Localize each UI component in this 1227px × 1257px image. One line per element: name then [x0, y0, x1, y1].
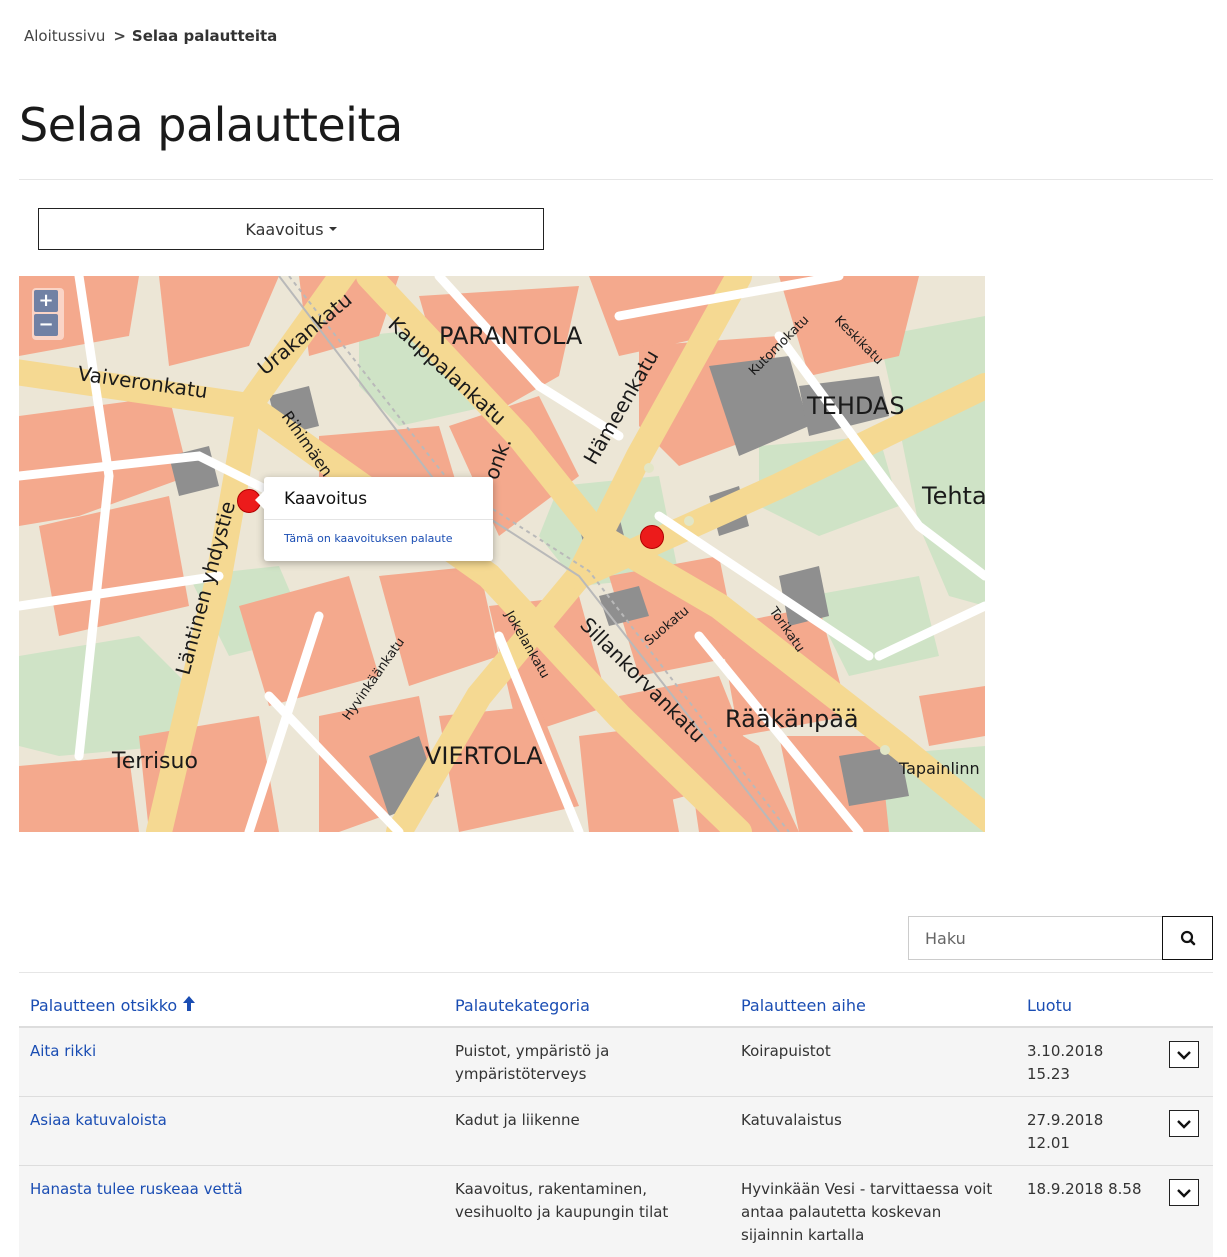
- column-subject-label: Palautteen aihe: [741, 996, 866, 1015]
- column-title-label: Palautteen otsikko: [30, 996, 177, 1015]
- divider: [19, 972, 1213, 973]
- zoom-in-button[interactable]: +: [34, 290, 58, 312]
- page-title: Selaa palautteita: [19, 98, 403, 152]
- column-header-created[interactable]: Luotu: [1016, 984, 1158, 1027]
- feedback-category: Puistot, ympäristö ja ympäristöterveys: [444, 1027, 730, 1097]
- breadcrumb: Aloitussivu > Selaa palautteita: [24, 27, 277, 45]
- column-header-subject[interactable]: Palautteen aihe: [730, 984, 1016, 1027]
- table-row: Hanasta tulee ruskeaa vettä Kaavoitus, r…: [19, 1166, 1213, 1257]
- search-input[interactable]: [908, 916, 1162, 960]
- map-label-raakanpaa: Rääkänpää: [725, 705, 859, 733]
- feedback-title-link[interactable]: Hanasta tulee ruskeaa vettä: [30, 1180, 243, 1198]
- table-row: Aita rikki Puistot, ympäristö ja ympäris…: [19, 1027, 1213, 1097]
- chevron-down-icon: [1177, 1119, 1191, 1129]
- feedback-title-link[interactable]: Aita rikki: [30, 1042, 96, 1060]
- table-row: Asiaa katuvaloista Kadut ja liikenne Kat…: [19, 1097, 1213, 1166]
- chevron-down-icon: [1177, 1050, 1191, 1060]
- map-label-terrisuo: Terrisuo: [111, 749, 198, 774]
- feedback-created: 27.9.2018 12.01: [1016, 1097, 1158, 1166]
- feedback-subject: Koirapuistot: [730, 1027, 1016, 1097]
- map-label-parantola: PARANTOLA: [439, 322, 583, 350]
- column-header-actions: [1158, 984, 1213, 1027]
- feedback-created: 3.10.2018 15.23: [1016, 1027, 1158, 1097]
- search-box: [908, 916, 1213, 960]
- feedback-subject: Hyvinkään Vesi - tarvittaessa voit antaa…: [730, 1166, 1016, 1257]
- feedback-subject: Katuvalaistus: [730, 1097, 1016, 1166]
- search-button[interactable]: [1162, 916, 1213, 960]
- map-label-tehdas: TEHDAS: [806, 392, 905, 420]
- feedback-marker[interactable]: [640, 525, 664, 549]
- feedback-title-link[interactable]: Asiaa katuvaloista: [30, 1111, 167, 1129]
- popup-title: Kaavoitus: [264, 477, 493, 520]
- feedback-map[interactable]: PARANTOLA TEHDAS Tehta Terrisuo VIERTOLA…: [19, 276, 985, 832]
- table-header-row: Palautteen otsikko Palautekategoria Pala…: [19, 984, 1213, 1027]
- caret-down-icon: [329, 227, 337, 231]
- zoom-out-button[interactable]: −: [34, 314, 58, 336]
- expand-row-button[interactable]: [1169, 1110, 1199, 1137]
- map-label-tapainlinna: Tapainlinn: [898, 759, 980, 778]
- feedback-category: Kadut ja liikenne: [444, 1097, 730, 1166]
- map-tiles: PARANTOLA TEHDAS Tehta Terrisuo VIERTOLA…: [19, 276, 985, 832]
- divider: [19, 179, 1213, 180]
- category-filter-dropdown[interactable]: Kaavoitus: [38, 208, 544, 250]
- expand-row-button[interactable]: [1169, 1179, 1199, 1206]
- column-header-category[interactable]: Palautekategoria: [444, 984, 730, 1027]
- column-category-label: Palautekategoria: [455, 996, 590, 1015]
- feedback-created: 18.9.2018 8.58: [1016, 1166, 1158, 1257]
- feedback-table: Palautteen otsikko Palautekategoria Pala…: [19, 984, 1213, 1257]
- chevron-down-icon: [1177, 1188, 1191, 1198]
- column-header-title[interactable]: Palautteen otsikko: [19, 984, 444, 1027]
- breadcrumb-separator: >: [113, 27, 126, 45]
- feedback-category: Kaavoitus, rakentaminen, vesihuolto ja k…: [444, 1166, 730, 1257]
- map-label-tehtaa: Tehta: [921, 482, 985, 510]
- zoom-controls: + −: [32, 288, 64, 340]
- column-created-label: Luotu: [1027, 996, 1072, 1015]
- popup-link[interactable]: Tämä on kaavoituksen palaute: [264, 520, 493, 557]
- breadcrumb-home-link[interactable]: Aloitussivu: [24, 27, 105, 45]
- sort-ascending-icon: [183, 996, 195, 1011]
- map-popup: Kaavoitus Tämä on kaavoituksen palaute: [264, 477, 493, 561]
- expand-row-button[interactable]: [1169, 1041, 1199, 1068]
- search-icon: [1163, 917, 1214, 961]
- filter-label: Kaavoitus: [245, 220, 323, 239]
- map-label-viertola: VIERTOLA: [425, 742, 543, 770]
- breadcrumb-current: Selaa palautteita: [132, 27, 277, 45]
